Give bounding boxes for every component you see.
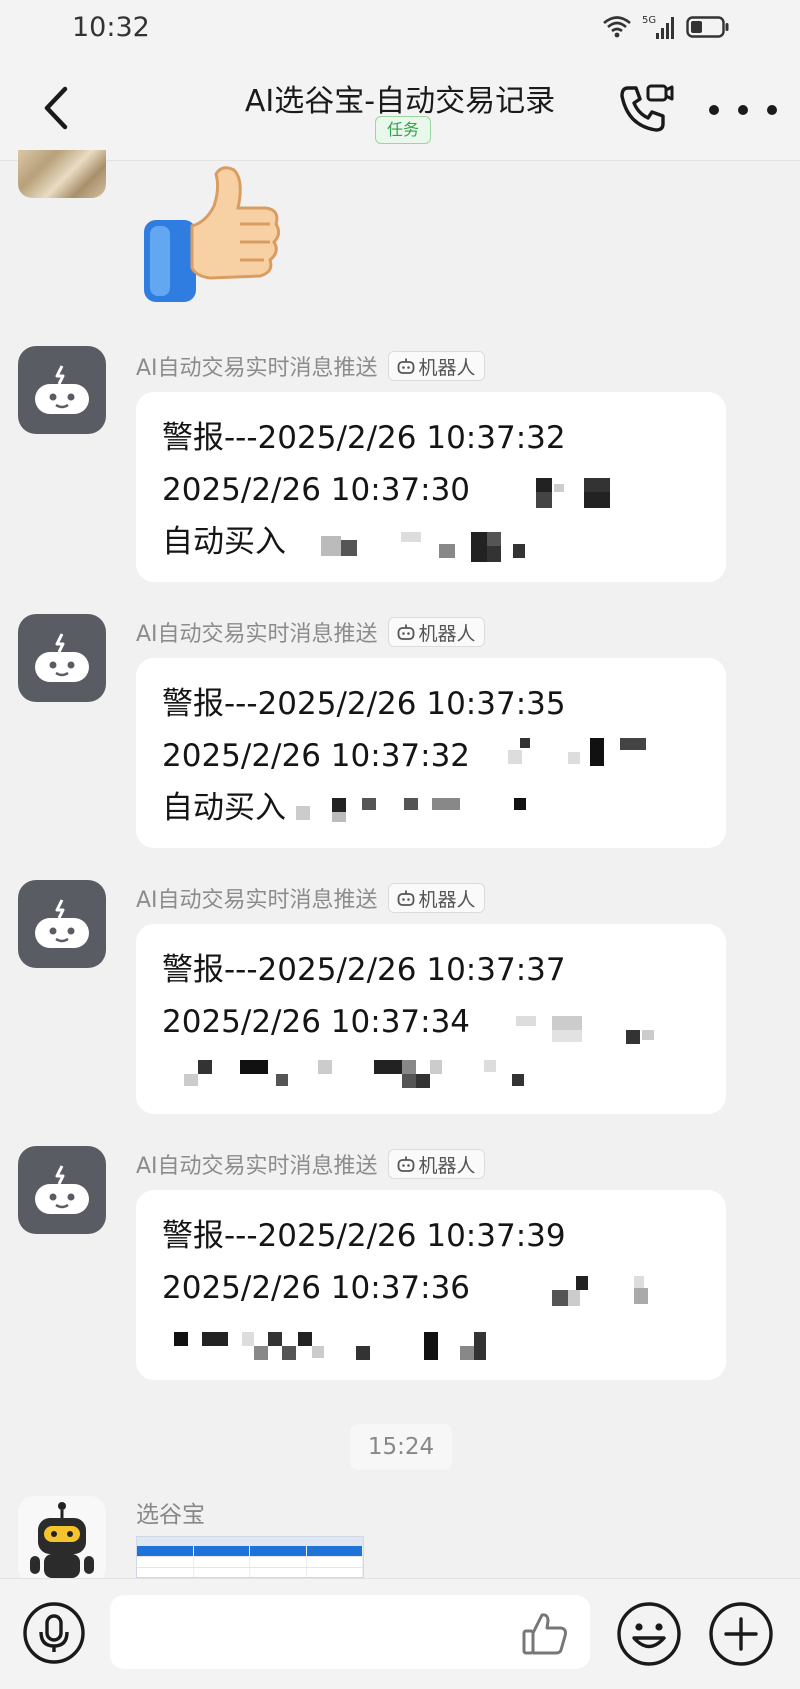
thumbs-up-icon — [522, 1613, 567, 1655]
bot-avatar[interactable] — [18, 880, 106, 968]
bot-avatar[interactable] — [18, 346, 106, 434]
chat-header: AI选谷宝-自动交易记录 任务 — [0, 56, 800, 161]
message-bubble[interactable]: 警报---2025/2/26 10:37:32 2025/2/26 10:37:… — [136, 392, 726, 582]
time-divider: 15:24 — [350, 1424, 452, 1470]
robot-icon — [35, 365, 89, 414]
network-label: 5G — [642, 15, 656, 26]
bot-tag: 机器人 — [387, 351, 485, 381]
thumbs-up-emoji-icon — [144, 166, 281, 302]
table-screenshot-thumbnail[interactable] — [136, 1536, 364, 1578]
message-line: 2025/2/26 10:37:30 — [162, 472, 471, 508]
message-line: 自动买入 — [162, 790, 286, 826]
voice-input-button[interactable] — [22, 1601, 86, 1665]
bot-tag: 机器人 — [387, 617, 485, 647]
robot-small-icon — [397, 624, 414, 640]
message-line: 2025/2/26 10:37:36 — [162, 1270, 471, 1306]
battery-icon — [686, 16, 729, 38]
cellular-signal-icon: 5G — [642, 15, 674, 39]
robot-mascot-icon — [30, 1502, 94, 1578]
message-bubble[interactable]: 警报---2025/2/26 10:37:37 2025/2/26 10:37:… — [136, 924, 726, 1114]
sender-row: AI自动交易实时消息推送 机器人 — [136, 882, 485, 914]
more-options-button[interactable] — [706, 92, 790, 128]
bot-tag: 机器人 — [387, 883, 485, 913]
chat-title: AI选谷宝-自动交易记录 — [244, 84, 556, 119]
bot-avatar[interactable] — [18, 614, 106, 702]
quick-like-button[interactable] — [520, 1609, 570, 1659]
robot-small-icon — [397, 1156, 414, 1172]
xuangubao-avatar[interactable] — [18, 1496, 106, 1584]
message-input[interactable] — [110, 1595, 590, 1669]
message-line: 自动买入 — [162, 524, 286, 560]
more-dots-icon — [709, 105, 777, 115]
message-line: 警报---2025/2/26 10:37:37 — [162, 952, 566, 988]
sender-row: AI自动交易实时消息推送 机器人 — [136, 1148, 485, 1180]
robot-icon — [35, 1165, 89, 1214]
video-call-button[interactable] — [614, 78, 676, 140]
robot-small-icon — [397, 358, 414, 374]
robot-small-icon — [397, 890, 414, 906]
robot-icon — [35, 899, 89, 948]
sender-name: AI自动交易实时消息推送 — [136, 622, 378, 647]
microphone-icon — [23, 1602, 85, 1664]
sender-row: AI自动交易实时消息推送 机器人 — [136, 616, 485, 648]
robot-icon — [35, 633, 89, 682]
message-bubble[interactable]: 警报---2025/2/26 10:37:39 2025/2/26 10:37:… — [136, 1190, 726, 1380]
sender-name: AI自动交易实时消息推送 — [136, 1154, 378, 1179]
message-line: 2025/2/26 10:37:34 — [162, 1004, 471, 1040]
input-bar — [0, 1578, 800, 1689]
bot-tag-label: 机器人 — [418, 1154, 476, 1177]
smile-face-icon — [617, 1602, 681, 1666]
status-bar: 10:32 5G — [0, 0, 800, 56]
emoji-button[interactable] — [616, 1601, 682, 1667]
message-line: 警报---2025/2/26 10:37:35 — [162, 686, 566, 722]
message-line: 警报---2025/2/26 10:37:39 — [162, 1218, 566, 1254]
status-icons: 5G — [602, 12, 730, 42]
plus-circle-icon — [709, 1602, 773, 1666]
sender-name: AI自动交易实时消息推送 — [136, 356, 378, 381]
wifi-icon — [603, 16, 631, 38]
more-actions-button[interactable] — [708, 1601, 774, 1667]
bot-tag-label: 机器人 — [418, 622, 476, 645]
bot-tag-label: 机器人 — [418, 888, 476, 911]
sender-row: AI自动交易实时消息推送 机器人 — [136, 350, 485, 382]
bot-tag-label: 机器人 — [418, 356, 476, 379]
message-line: 警报---2025/2/26 10:37:32 — [162, 420, 566, 456]
bot-avatar[interactable] — [18, 1146, 106, 1234]
sender-name: 选谷宝 — [136, 1502, 205, 1528]
thumbs-up-sticker[interactable] — [140, 160, 290, 310]
user-avatar[interactable] — [18, 150, 106, 198]
phone-video-icon — [620, 84, 674, 132]
message-bubble[interactable]: 警报---2025/2/26 10:37:35 2025/2/26 10:37:… — [136, 658, 726, 848]
bot-tag: 机器人 — [387, 1149, 485, 1179]
task-badge: 任务 — [375, 116, 431, 144]
sender-name: AI自动交易实时消息推送 — [136, 888, 378, 913]
status-time: 10:32 — [72, 12, 150, 43]
